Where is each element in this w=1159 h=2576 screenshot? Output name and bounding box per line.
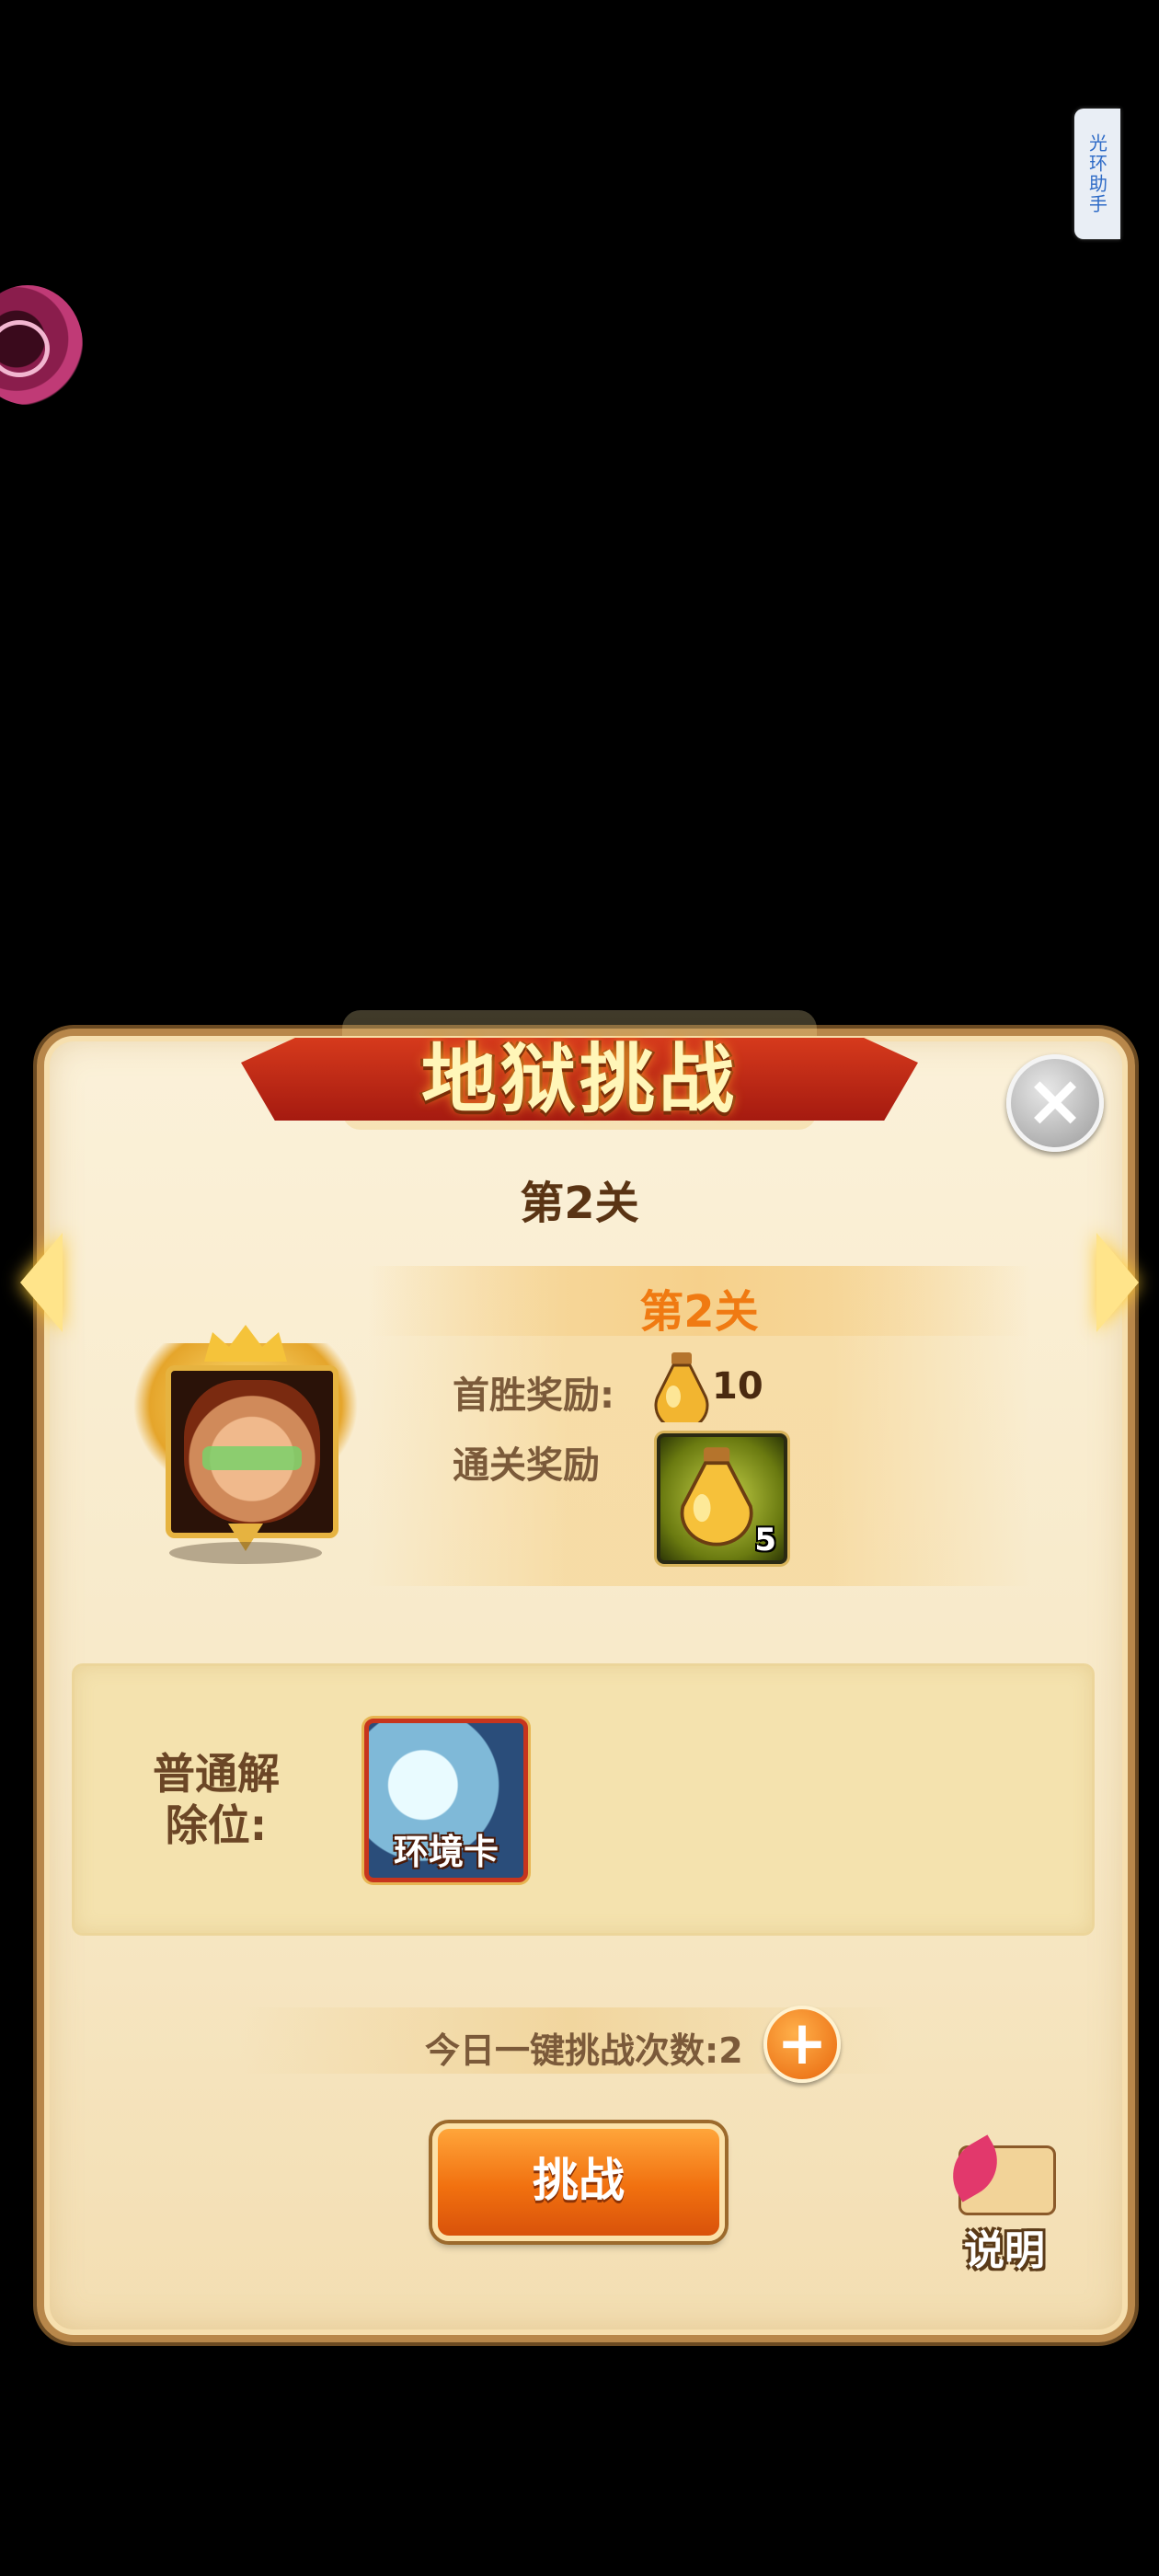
unlock-label: 普通解除位: (153, 1749, 280, 1850)
first-win-count: 10 (712, 1365, 763, 1408)
close-icon: × (1025, 1060, 1085, 1143)
dialog-title: 地狱挑战 (420, 1036, 738, 1123)
help-button[interactable]: 说明 (939, 2134, 1067, 2274)
clear-reward-count: 5 (754, 1522, 776, 1558)
assistant-ring-icon (0, 320, 50, 377)
portrait-shadow (169, 1542, 322, 1564)
stage-label: 第2关 (639, 1286, 759, 1338)
halo-assistant-label: 光环助手 (1085, 133, 1108, 214)
crown-icon (204, 1325, 287, 1362)
first-win-label: 首胜奖励: (453, 1374, 614, 1417)
boss-portrait[interactable] (132, 1325, 359, 1573)
challenge-button[interactable]: 挑战 (432, 2123, 725, 2241)
prev-level-arrow-icon[interactable] (20, 1233, 63, 1332)
help-label: 说明 (964, 2227, 1045, 2274)
title-ribbon: 地狱挑战 (241, 992, 918, 1148)
next-level-arrow-icon[interactable] (1096, 1233, 1139, 1332)
boss-glasses (202, 1446, 302, 1470)
potion-icon (654, 1352, 709, 1422)
daily-count-text: 今日一键挑战次数:2 (425, 2030, 743, 2071)
level-title: 第2关 (520, 1178, 639, 1229)
close-button[interactable]: × (1006, 1054, 1104, 1152)
environment-card-label: 环境卡 (393, 1832, 499, 1872)
boss-avatar-frame (166, 1365, 339, 1538)
floating-assistant-ball[interactable] (0, 285, 83, 405)
add-count-button[interactable]: + (763, 2006, 841, 2083)
environment-card[interactable]: 环境卡 (364, 1719, 528, 1882)
clear-reward-label: 通关奖励 (453, 1444, 600, 1487)
clear-reward-item[interactable]: 5 (657, 1433, 787, 1564)
halo-assistant-tab[interactable]: 光环助手 (1074, 109, 1120, 239)
plus-icon: + (776, 2007, 828, 2078)
